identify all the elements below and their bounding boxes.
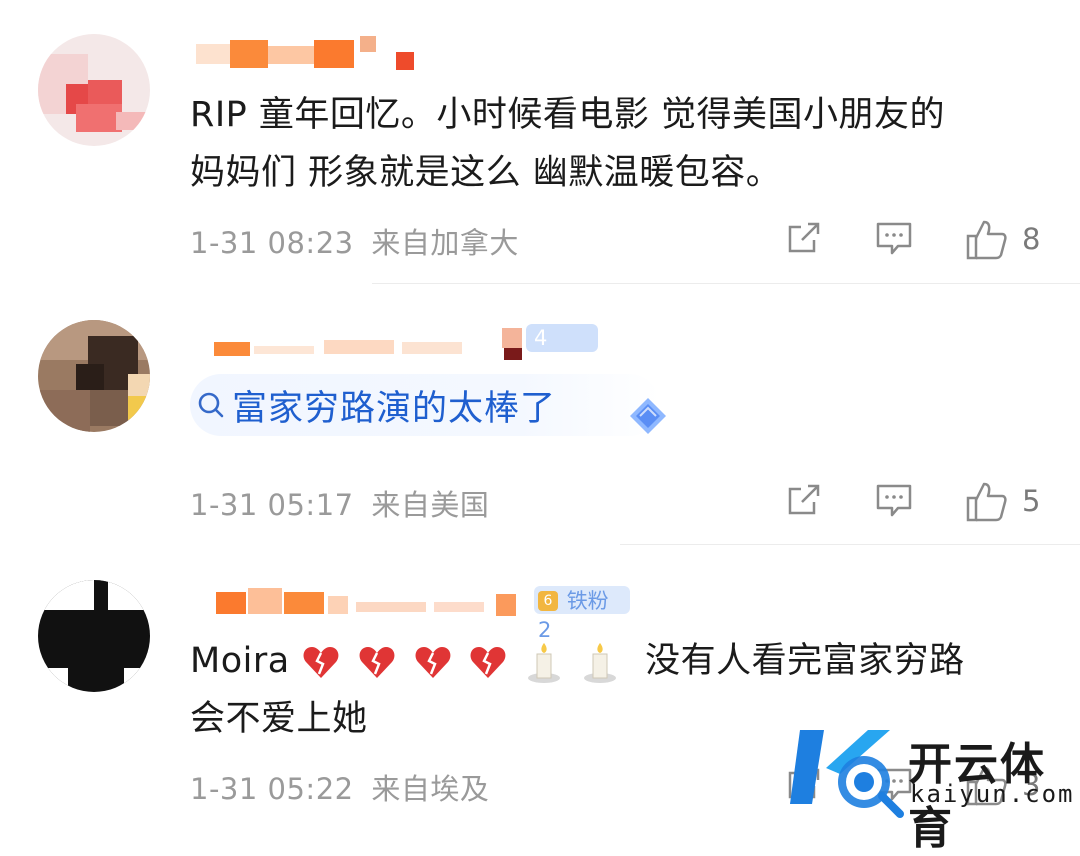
comment-date: 1-31 05:17: [190, 488, 354, 522]
username[interactable]: [196, 328, 526, 362]
watermark-logo: 开云体育 kaiyun.com: [790, 718, 1080, 854]
comment-meta: 1-31 08:23 来自加拿大: [190, 220, 519, 262]
comment-location: 来自美国: [371, 488, 490, 522]
like-count: 8: [1022, 222, 1041, 256]
broken-heart-icon: [359, 647, 395, 678]
search-topic-link[interactable]: 富家穷路演的太棒了: [190, 374, 660, 436]
candle-icon: [527, 643, 560, 683]
avatar[interactable]: [38, 34, 150, 146]
comment-text-rest: 没有人看完富家穷路: [645, 641, 965, 681]
broken-heart-icon: [470, 647, 506, 678]
comment-text-line: 妈妈们 形象就是这么 幽默温暖包容。: [190, 153, 782, 193]
broken-heart-icon: [415, 647, 451, 678]
comment-location: 来自埃及: [371, 772, 490, 806]
comment-date: 1-31 05:22: [190, 772, 354, 806]
comment-date: 1-31 08:23: [190, 226, 354, 260]
fan-badge[interactable]: 6 铁粉2: [534, 586, 630, 642]
broken-heart-icon: [303, 647, 339, 678]
search-icon: [198, 392, 224, 418]
comment-item: RIP 童年回忆。小时候看电影 觉得美国小朋友的 妈妈们 形象就是这么 幽默温暖…: [0, 0, 1080, 284]
comment-item: 4 富家穷路演的太棒了 1-31 05:17 来自美国 5: [0, 284, 1080, 544]
comment-meta: 1-31 05:17 来自美国: [190, 482, 489, 524]
comment-text-line: Moira 没有人看完富家穷路: [190, 632, 965, 690]
badge-value: 4: [534, 326, 548, 350]
comment-text: RIP 童年回忆。小时候看电影 觉得美国小朋友的 妈妈们 形象就是这么 幽默温暖…: [190, 86, 945, 202]
diamond-icon: [630, 398, 666, 434]
username[interactable]: [196, 36, 436, 70]
comment-text-start: Moira: [190, 641, 290, 681]
level-badge[interactable]: 4: [526, 324, 598, 352]
fan-level: 6: [538, 591, 558, 611]
candle-icon: [583, 643, 616, 683]
comment-location: 来自加拿大: [371, 226, 519, 260]
avatar[interactable]: [38, 580, 150, 692]
share-icon[interactable]: [784, 218, 824, 258]
like-icon[interactable]: [964, 480, 1008, 524]
search-topic-label: 富家穷路演的太棒了: [232, 388, 557, 429]
avatar[interactable]: [38, 320, 150, 432]
comment-meta: 1-31 05:22 来自埃及: [190, 766, 489, 808]
comment-icon[interactable]: [874, 480, 914, 520]
username[interactable]: [196, 584, 536, 618]
like-count: 5: [1022, 484, 1041, 518]
comment-icon[interactable]: [874, 218, 914, 258]
kaiyun-logo-icon: [790, 730, 904, 818]
share-icon[interactable]: [784, 480, 824, 520]
watermark-subtitle: kaiyun.com: [910, 780, 1075, 808]
comment-text-line: RIP 童年回忆。小时候看电影 觉得美国小朋友的: [190, 95, 945, 135]
like-icon[interactable]: [964, 218, 1008, 262]
